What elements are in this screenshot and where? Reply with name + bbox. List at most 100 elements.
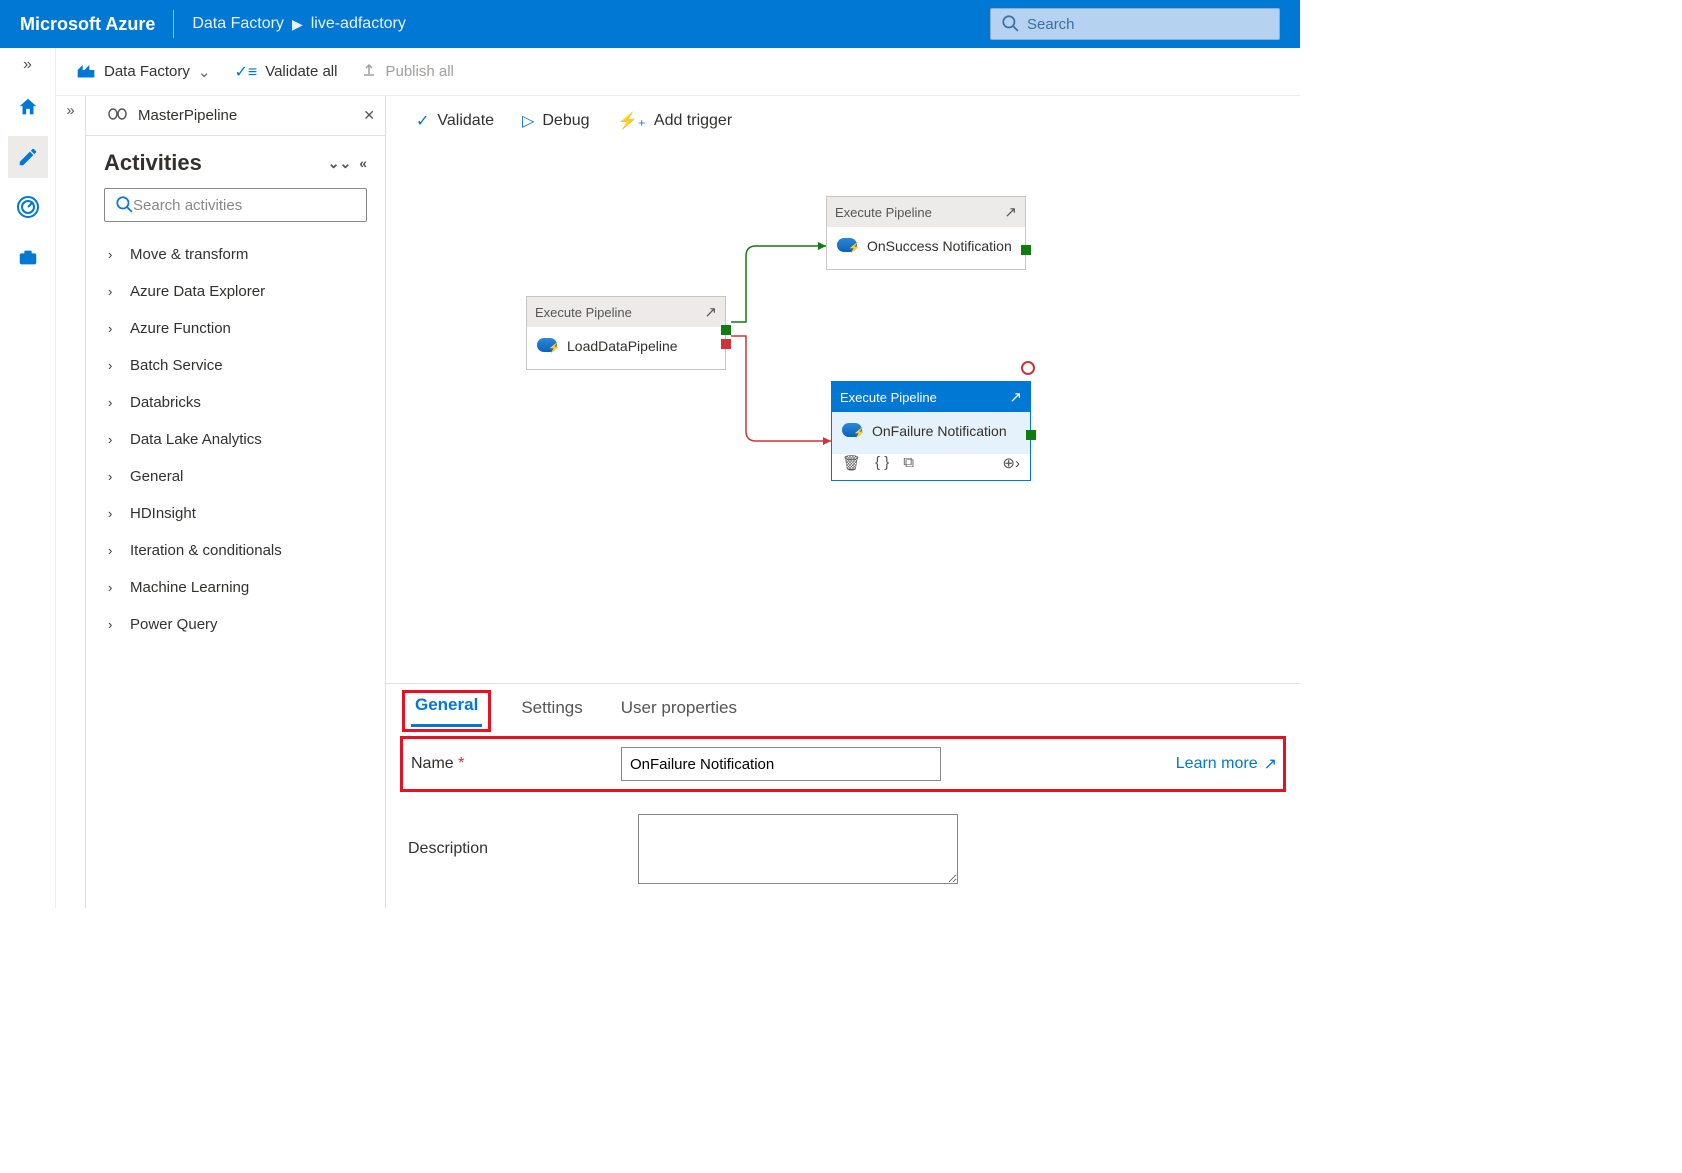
add-output-icon[interactable]: ⊕› (1002, 454, 1020, 472)
open-pipeline-icon[interactable]: ↗ (704, 303, 717, 321)
check-icon: ✓ (416, 111, 429, 131)
success-port[interactable] (721, 325, 731, 335)
pipeline-canvas[interactable]: Execute Pipeline↗ LoadDataPipeline Execu… (386, 146, 1300, 683)
activity-category[interactable]: › Azure Data Explorer (104, 273, 367, 310)
factory-icon (76, 61, 96, 83)
nav-author-icon[interactable] (8, 136, 48, 178)
delete-icon[interactable]: 🗑 (842, 454, 861, 472)
close-tab-icon[interactable]: ✕ (363, 107, 375, 124)
validate-all-button[interactable]: ✓≡ Validate all (234, 62, 337, 82)
activity-label: Databricks (130, 394, 201, 411)
canvas-node-failure[interactable]: Execute Pipeline↗ OnFailure Notification… (831, 381, 1031, 481)
node-name: LoadDataPipeline (567, 338, 678, 354)
learn-more-link[interactable]: Learn more↗ (1176, 754, 1277, 774)
failure-port[interactable] (721, 339, 731, 349)
activity-category[interactable]: ›Data Lake Analytics (104, 421, 367, 458)
open-pipeline-icon[interactable]: ↗ (1009, 388, 1022, 406)
tab-general[interactable]: General (411, 691, 482, 727)
chevron-right-icon: › (108, 469, 120, 484)
chevron-right-icon: › (108, 506, 120, 521)
trigger-icon: ⚡₊ (618, 111, 646, 131)
collapse-all-icon[interactable]: ⌄⌄ (328, 155, 351, 172)
activities-search[interactable] (104, 188, 367, 222)
activity-category[interactable]: ›General (104, 458, 367, 495)
publish-all-label: Publish all (385, 63, 453, 80)
brand-label: Microsoft Azure (20, 14, 155, 35)
activity-label: Move & transform (130, 246, 248, 263)
activity-label: Azure Data Explorer (130, 283, 265, 300)
activity-label: Power Query (130, 616, 218, 633)
nav-home-icon[interactable] (8, 86, 48, 128)
breadcrumb-resource[interactable]: live-adfactory (311, 15, 406, 33)
activity-label: Azure Function (130, 320, 231, 337)
code-icon[interactable]: { } (875, 454, 889, 472)
chevron-right-icon: › (108, 432, 120, 447)
page-toolbar: Data Factory ⌄ ✓≡ Validate all Publish a… (56, 48, 1300, 96)
expand-rail-icon[interactable]: » (23, 56, 32, 74)
nav-monitor-icon[interactable] (8, 186, 48, 228)
hide-panel-icon[interactable]: « (359, 155, 367, 172)
name-input[interactable] (621, 747, 941, 781)
pipeline-icon (108, 106, 130, 126)
tab-user-properties[interactable]: User properties (617, 694, 741, 728)
search-icon (1001, 14, 1019, 35)
pipeline-activity-icon (842, 422, 864, 440)
activity-label: Batch Service (130, 357, 223, 374)
panel-toggle[interactable]: » (56, 96, 86, 908)
name-row-highlight: Name * Learn more↗ (400, 736, 1286, 792)
activities-panel: MasterPipeline ✕ Activities ⌄⌄ « (86, 96, 386, 908)
canvas-node-success[interactable]: Execute Pipeline ↗ OnSuccess Notification (826, 196, 1026, 270)
chevron-right-icon: › (108, 617, 120, 632)
add-trigger-button[interactable]: ⚡₊Add trigger (618, 111, 733, 131)
global-search-input[interactable] (1027, 16, 1269, 33)
global-search[interactable] (990, 8, 1280, 40)
chevron-right-icon: ▶ (292, 16, 303, 33)
debug-button[interactable]: ▷Debug (522, 111, 589, 131)
node-type-label: Execute Pipeline (835, 205, 932, 220)
pipeline-activity-icon (537, 337, 559, 355)
properties-panel: General Settings User properties Name * … (386, 683, 1300, 908)
copy-icon[interactable]: ⧉ (903, 454, 914, 472)
description-input[interactable] (638, 814, 958, 884)
activity-category[interactable]: › Power Query (104, 606, 367, 643)
search-icon (115, 195, 133, 216)
play-icon: ▷ (522, 111, 534, 131)
activity-label: Machine Learning (130, 579, 249, 596)
node-name: OnSuccess Notification (867, 238, 1012, 254)
activity-category[interactable]: › Batch Service (104, 347, 367, 384)
nav-manage-icon[interactable] (8, 236, 48, 278)
pipeline-activity-icon (837, 237, 859, 255)
chevron-right-icon: › (108, 284, 120, 299)
publish-all-button[interactable]: Publish all (361, 62, 453, 82)
chevron-right-icon: › (108, 358, 120, 373)
pipeline-tab[interactable]: MasterPipeline (96, 100, 249, 132)
breadcrumb-service[interactable]: Data Factory (192, 15, 284, 33)
activity-category[interactable]: › Databricks (104, 384, 367, 421)
pipeline-tab-row: MasterPipeline ✕ (86, 96, 385, 136)
validate-button[interactable]: ✓ Validate (416, 111, 494, 131)
activity-category[interactable]: › Move & transform (104, 236, 367, 273)
activity-category[interactable]: ›Iteration & conditionals (104, 532, 367, 569)
success-port[interactable] (1026, 430, 1036, 440)
activity-category[interactable]: ›HDInsight (104, 495, 367, 532)
canvas-toolbar: ✓ Validate ▷Debug ⚡₊Add trigger (386, 96, 1300, 146)
check-list-icon: ✓≡ (234, 62, 257, 82)
activity-category[interactable]: ›Azure Function (104, 310, 367, 347)
activities-search-input[interactable] (133, 197, 356, 214)
activity-category[interactable]: › Machine Learning (104, 569, 367, 606)
canvas-node-load[interactable]: Execute Pipeline↗ LoadDataPipeline (526, 296, 726, 370)
open-pipeline-icon[interactable]: ↗ (1004, 203, 1017, 221)
upload-icon (361, 62, 377, 82)
header-divider (173, 10, 174, 38)
chevron-right-icon: › (108, 247, 120, 262)
nav-rail: » (0, 48, 56, 908)
external-link-icon: ↗ (1264, 754, 1277, 774)
chevron-right-icon: › (108, 580, 120, 595)
success-port[interactable] (1021, 245, 1031, 255)
pipeline-tab-label: MasterPipeline (138, 107, 237, 124)
chevron-right-icon: › (108, 395, 120, 410)
tab-settings[interactable]: Settings (517, 694, 586, 728)
resource-dropdown[interactable]: Data Factory ⌄ (76, 61, 210, 83)
validate-label: Validate (437, 112, 494, 130)
delete-handle-icon[interactable] (1021, 361, 1035, 375)
